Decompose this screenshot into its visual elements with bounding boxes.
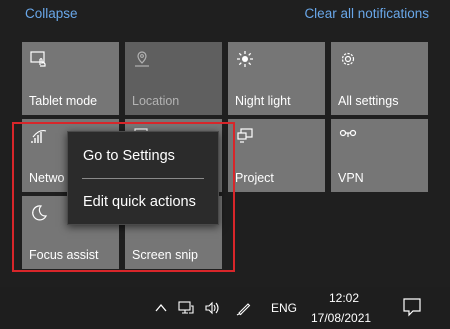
tile-label: VPN bbox=[338, 171, 364, 185]
tile-label: Project bbox=[235, 171, 274, 185]
volume-icon[interactable] bbox=[204, 300, 220, 316]
action-center-button[interactable] bbox=[393, 287, 435, 329]
language-indicator[interactable]: ENG bbox=[271, 301, 297, 315]
menu-item-go-to-settings[interactable]: Go to Settings bbox=[83, 148, 175, 164]
action-center-header: Collapse Clear all notifications bbox=[0, 0, 450, 30]
pen-icon[interactable] bbox=[236, 300, 252, 316]
project-icon bbox=[237, 128, 253, 143]
tile-context-menu: Go to Settings Edit quick actions bbox=[67, 131, 219, 225]
network-icon bbox=[31, 130, 47, 143]
clear-all-notifications-link[interactable]: Clear all notifications bbox=[304, 6, 429, 21]
menu-separator bbox=[82, 178, 204, 179]
tile-label: Focus assist bbox=[29, 248, 99, 262]
tablet-mode-icon bbox=[30, 51, 46, 67]
tile-night-light[interactable]: Night light bbox=[228, 42, 325, 115]
taskbar: ENG 12:02 17/08/2021 bbox=[0, 287, 450, 329]
clock-time: 12:02 bbox=[329, 291, 360, 305]
night-light-icon bbox=[237, 51, 253, 67]
clock-date: 17/08/2021 bbox=[311, 311, 372, 325]
tile-label: All settings bbox=[338, 94, 399, 108]
vpn-icon bbox=[339, 129, 357, 137]
clock[interactable]: 12:02 17/08/2021 bbox=[305, 287, 383, 329]
tile-all-settings[interactable]: All settings bbox=[331, 42, 428, 115]
collapse-link[interactable]: Collapse bbox=[25, 6, 78, 21]
location-icon bbox=[135, 51, 149, 67]
chevron-up-icon[interactable] bbox=[153, 300, 169, 316]
network-wired-icon[interactable] bbox=[178, 300, 194, 316]
notification-icon bbox=[403, 298, 421, 317]
settings-gear-icon bbox=[341, 52, 355, 66]
tile-label: Netwo bbox=[29, 171, 65, 185]
tile-vpn[interactable]: VPN bbox=[331, 119, 428, 192]
tile-label: Night light bbox=[235, 94, 291, 108]
menu-item-edit-quick-actions[interactable]: Edit quick actions bbox=[83, 194, 196, 210]
tile-label: Tablet mode bbox=[29, 94, 98, 108]
tile-project[interactable]: Project bbox=[228, 119, 325, 192]
tile-location[interactable]: Location bbox=[125, 42, 222, 115]
tile-label: Location bbox=[132, 94, 180, 108]
tile-tablet-mode[interactable]: Tablet mode bbox=[22, 42, 119, 115]
tile-label: Screen snip bbox=[132, 248, 199, 262]
focus-assist-moon-icon bbox=[32, 205, 48, 221]
